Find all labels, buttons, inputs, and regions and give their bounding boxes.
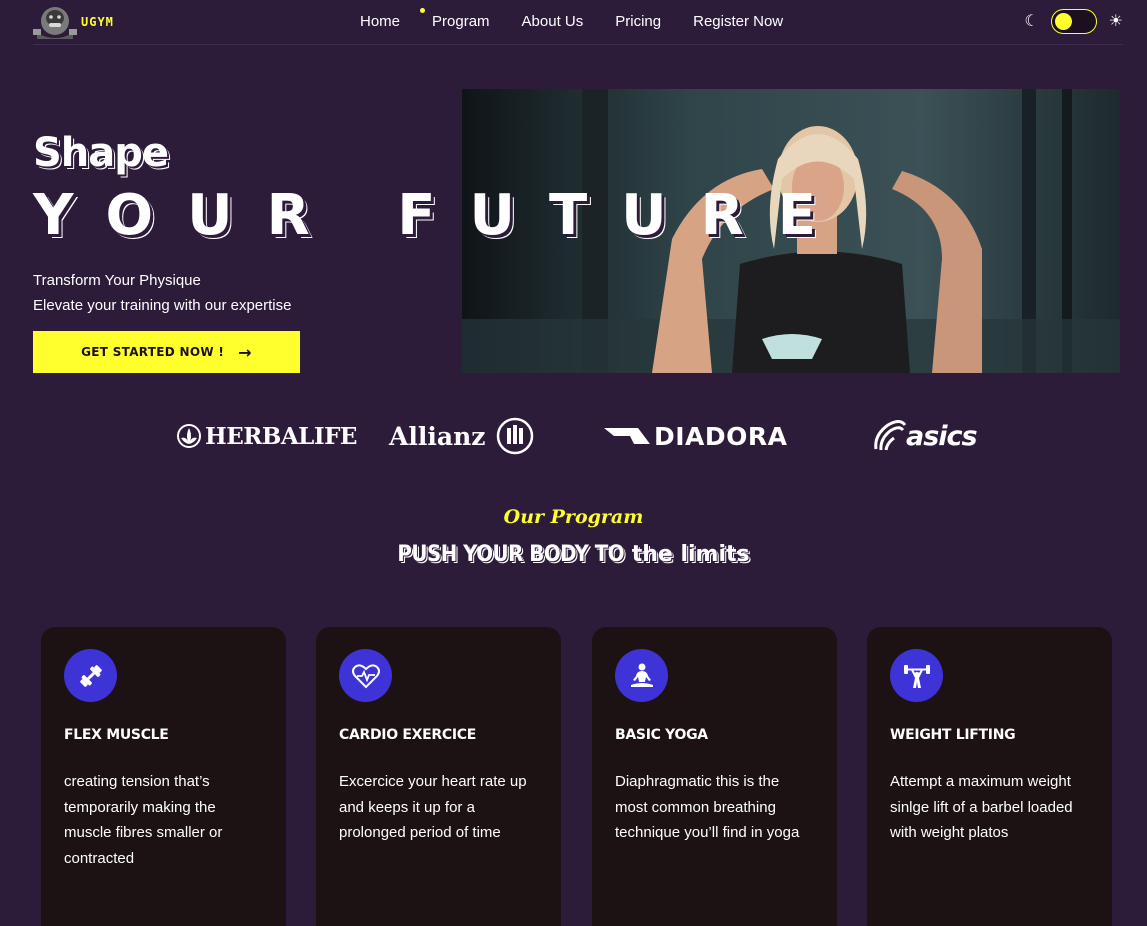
hero-subtitle-line2: Elevate your training with our expertise bbox=[33, 297, 292, 314]
partner-allianz-name: Allianz bbox=[389, 421, 486, 451]
program-card-title: BASIC YOGA bbox=[615, 727, 708, 743]
program-title: PUSH YOUR BODY TO the limits bbox=[0, 542, 1147, 567]
partner-allianz: Allianz bbox=[389, 415, 534, 457]
theme-switcher: ☾ ☀ bbox=[1024, 9, 1123, 34]
partner-diadora: DIADORA bbox=[604, 415, 788, 457]
partner-herbalife-name: HERBALIFE bbox=[205, 422, 357, 450]
nav-program[interactable]: Program bbox=[420, 8, 490, 30]
main-menu: Home Program About Us Pricing Register N… bbox=[360, 8, 815, 30]
get-started-button[interactable]: GET STARTED NOW ! → bbox=[33, 331, 300, 373]
nav-pricing[interactable]: Pricing bbox=[615, 13, 661, 30]
logo-text: UGYM bbox=[81, 15, 114, 29]
program-card[interactable]: BASIC YOGA Diaphragmatic this is the mos… bbox=[592, 627, 837, 926]
program-card-text: Attempt a maximum weight sinlge lift of … bbox=[890, 773, 1073, 841]
nav-about-us[interactable]: About Us bbox=[522, 13, 584, 30]
program-card-title: CARDIO EXERCICE bbox=[339, 727, 477, 743]
partner-asics-name: asics bbox=[906, 420, 978, 452]
herbalife-logo-icon bbox=[177, 424, 201, 448]
program-card-text: Diaphragmatic this is the most common br… bbox=[615, 773, 800, 841]
toggle-knob bbox=[1054, 13, 1072, 30]
sun-icon: ☀ bbox=[1108, 12, 1123, 30]
arrow-right-icon: → bbox=[238, 342, 252, 362]
program-card-title: FLEX MUSCLE bbox=[64, 727, 169, 743]
program-card[interactable]: FLEX MUSCLE creating tension that’s temp… bbox=[41, 627, 286, 926]
program-title-part1: PUSH YOUR BODY TO bbox=[397, 542, 625, 567]
theme-toggle[interactable] bbox=[1050, 9, 1097, 34]
program-card-title: WEIGHT LIFTING bbox=[890, 727, 1016, 743]
hero-subtitle-line1: Transform Your Physique bbox=[33, 272, 201, 289]
program-card[interactable]: CARDIO EXERCICE Excercice your heart rat… bbox=[316, 627, 561, 926]
get-started-label: GET STARTED NOW ! bbox=[81, 345, 225, 359]
dumbbell-icon bbox=[64, 649, 117, 702]
partner-diadora-name: DIADORA bbox=[654, 421, 788, 451]
program-card[interactable]: WEIGHT LIFTING Attempt a maximum weight … bbox=[867, 627, 1112, 926]
program-title-part2: the limits bbox=[631, 542, 750, 567]
program-card-text: Excercice your heart rate up and keeps i… bbox=[339, 773, 527, 841]
program-eyebrow: Our Program bbox=[503, 506, 644, 528]
top-navbar: UGYM Home Program About Us Pricing Regis… bbox=[33, 0, 1123, 45]
weightlifting-icon bbox=[890, 649, 943, 702]
diadora-logo-icon bbox=[604, 428, 650, 444]
yoga-icon bbox=[615, 649, 668, 702]
heart-pulse-icon bbox=[339, 649, 392, 702]
program-card-text: creating tension that’s temporarily maki… bbox=[64, 773, 223, 867]
gorilla-logo-icon bbox=[33, 3, 77, 41]
moon-icon: ☾ bbox=[1024, 12, 1039, 30]
hero-subtitle: Transform Your Physique Elevate your tra… bbox=[33, 268, 291, 318]
hero-title-large: YOUR FUTURE bbox=[33, 183, 851, 248]
allianz-logo-icon bbox=[497, 417, 534, 455]
nav-home[interactable]: Home bbox=[360, 13, 400, 30]
hero-title-small: Shape bbox=[33, 130, 169, 176]
asics-logo-icon bbox=[874, 420, 907, 451]
logo[interactable]: UGYM bbox=[33, 3, 163, 41]
nav-register-now[interactable]: Register Now bbox=[693, 13, 783, 30]
partner-herbalife: HERBALIFE bbox=[176, 415, 357, 457]
partner-asics: asics bbox=[872, 415, 978, 457]
